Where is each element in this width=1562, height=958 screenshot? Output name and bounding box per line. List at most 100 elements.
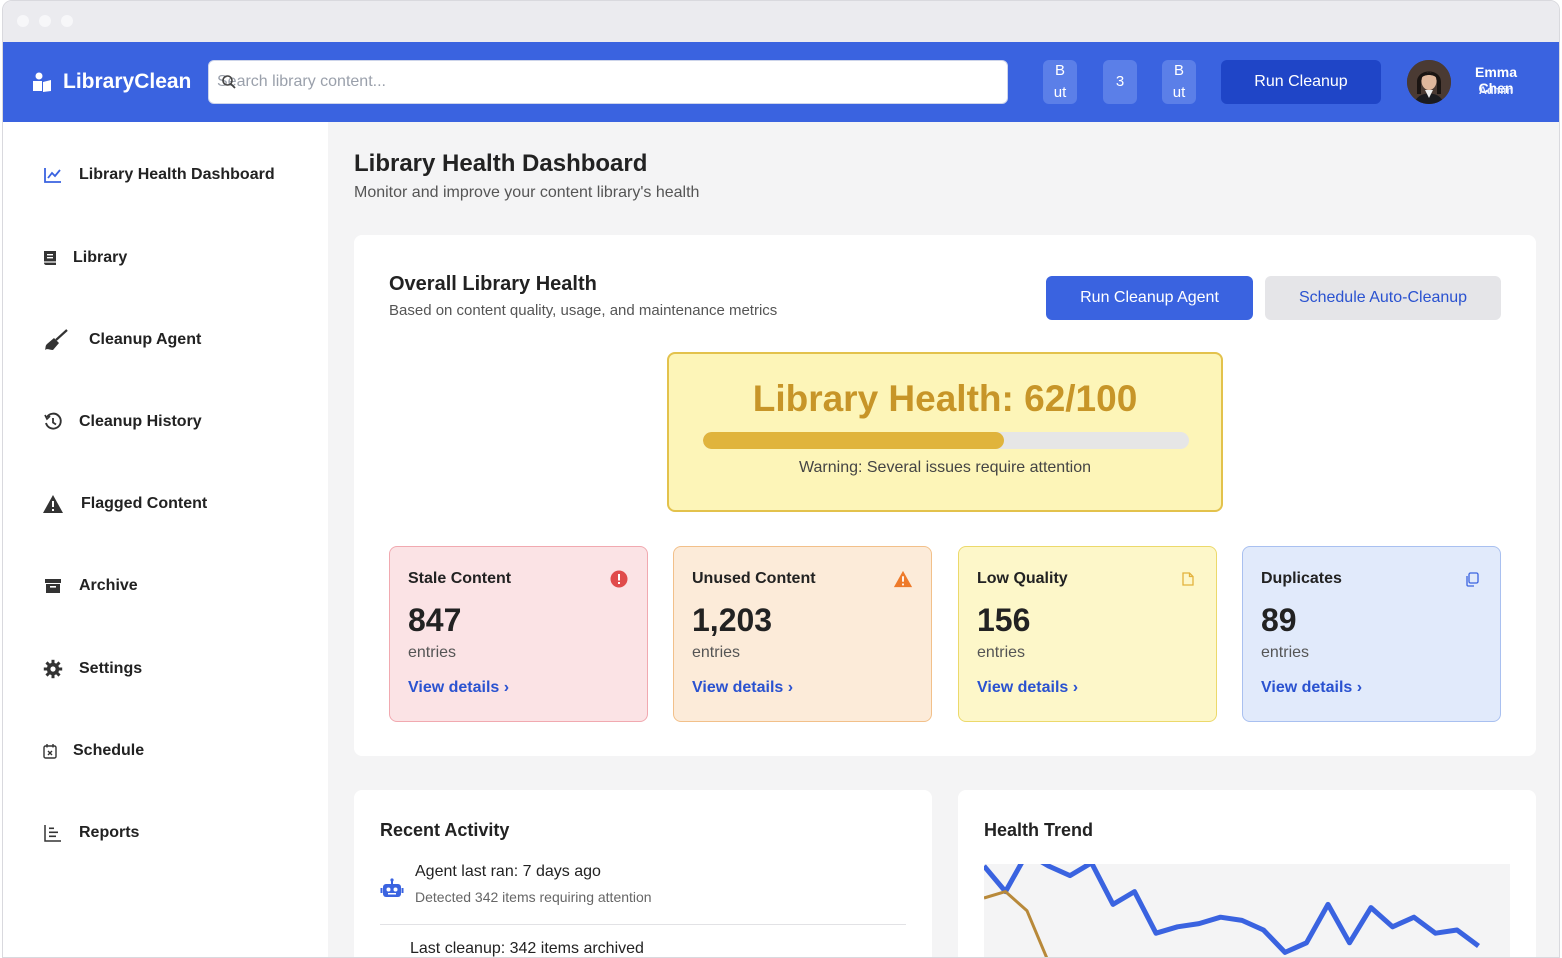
sidebar-item-label: Reports bbox=[79, 824, 140, 841]
overall-health-card: Overall Library Health Based on content … bbox=[354, 235, 1536, 756]
metric-value: 847 bbox=[408, 602, 462, 638]
schedule-auto-cleanup-label: Schedule Auto-Cleanup bbox=[1298, 289, 1468, 306]
sidebar-item-label: Cleanup Agent bbox=[89, 331, 202, 348]
book-user-icon bbox=[33, 72, 51, 92]
recent-activity-title: Recent Activity bbox=[380, 820, 510, 840]
trend-series-line-1 bbox=[983, 890, 1049, 957]
schedule-auto-cleanup-button[interactable]: Schedule Auto-Cleanup bbox=[1265, 276, 1501, 320]
metric-card-stale-content[interactable]: Stale Content 847 entries View details › bbox=[389, 546, 648, 722]
window-titlebar bbox=[3, 1, 1559, 42]
activity-main-text: Agent last ran: 7 days ago bbox=[415, 863, 601, 880]
brand-name: LibraryClean bbox=[63, 70, 192, 93]
metric-unit: entries bbox=[692, 644, 741, 661]
sidebar-item-settings[interactable]: Settings bbox=[41, 657, 142, 681]
search-icon bbox=[222, 75, 236, 89]
avatar[interactable] bbox=[1407, 60, 1451, 104]
calendar-icon bbox=[41, 739, 59, 763]
header-button-1[interactable]: B ut bbox=[1043, 60, 1077, 104]
error-circle-icon bbox=[609, 569, 629, 589]
history-icon bbox=[41, 410, 65, 434]
metric-unit: entries bbox=[1261, 644, 1310, 661]
bar-chart-icon bbox=[41, 821, 65, 845]
health-trend-svg bbox=[982, 850, 1480, 957]
header-button-2-label: B ut bbox=[1172, 62, 1186, 101]
sidebar-item-schedule[interactable]: Schedule bbox=[41, 739, 144, 763]
metric-value: 89 bbox=[1261, 602, 1297, 638]
recent-activity-card: Recent Activity Agent last ran: 7 days a… bbox=[354, 790, 932, 957]
sidebar-item-flagged-content[interactable]: Flagged Content bbox=[41, 492, 207, 516]
view-details-link[interactable]: View details › bbox=[692, 679, 793, 697]
health-score-fill bbox=[703, 432, 1005, 449]
metric-card-duplicates[interactable]: Duplicates 89 entries View details › bbox=[1242, 546, 1501, 722]
window-minimize-dot[interactable] bbox=[39, 15, 51, 27]
sidebar-item-cleanup-agent[interactable]: Cleanup Agent bbox=[41, 328, 201, 352]
warning-triangle-icon bbox=[893, 569, 913, 589]
chart-line-icon bbox=[41, 163, 65, 187]
sidebar-item-dashboard[interactable]: Library Health Dashboard bbox=[41, 163, 275, 187]
sidebar-item-library[interactable]: Library bbox=[41, 246, 127, 270]
health-score-box: Library Health: 62/100 Warning: Several … bbox=[667, 352, 1223, 512]
sidebar-item-label: Settings bbox=[79, 660, 143, 677]
notifications-count: 3 bbox=[1115, 73, 1125, 90]
user-role: Admin bbox=[1478, 85, 1514, 97]
robot-icon bbox=[380, 878, 404, 897]
metric-unit: entries bbox=[408, 644, 457, 661]
metric-title: Duplicates bbox=[1261, 570, 1342, 587]
view-details-link[interactable]: View details › bbox=[408, 679, 509, 697]
book-icon bbox=[41, 246, 59, 270]
health-score-bar bbox=[703, 432, 1189, 449]
window-close-dot[interactable] bbox=[17, 15, 29, 27]
sidebar-item-label: Flagged Content bbox=[81, 495, 208, 512]
sidebar-item-label: Archive bbox=[79, 577, 138, 594]
main-content: Library Health Dashboard Monitor and imp… bbox=[328, 122, 1559, 957]
sidebar-item-label: Library Health Dashboard bbox=[79, 166, 275, 183]
health-warning: Warning: Several issues require attentio… bbox=[799, 459, 1091, 476]
metric-title: Low Quality bbox=[977, 570, 1068, 587]
metric-title: Stale Content bbox=[408, 570, 512, 587]
page-title: Library Health Dashboard bbox=[354, 150, 648, 177]
trend-series-line-0 bbox=[982, 850, 1480, 955]
header-button-2[interactable]: B ut bbox=[1162, 60, 1196, 104]
sidebar: Library Health Dashboard Library Cleanup… bbox=[3, 122, 328, 957]
run-cleanup-agent-button[interactable]: Run Cleanup Agent bbox=[1046, 276, 1253, 320]
activity-item[interactable]: Last cleanup: 342 items archived bbox=[410, 940, 644, 957]
sidebar-item-reports[interactable]: Reports bbox=[41, 821, 139, 845]
metric-card-unused-content[interactable]: Unused Content 1,203 entries View detail… bbox=[673, 546, 932, 722]
brand[interactable]: LibraryClean bbox=[31, 68, 191, 96]
metric-value: 156 bbox=[977, 602, 1031, 638]
metric-unit: entries bbox=[977, 644, 1026, 661]
broom-icon bbox=[41, 328, 71, 352]
user-photo bbox=[1407, 60, 1451, 104]
metric-card-low-quality[interactable]: Low Quality 156 entries View details › bbox=[958, 546, 1217, 722]
search-box[interactable] bbox=[208, 60, 1008, 104]
sidebar-item-label: Library bbox=[73, 249, 128, 266]
run-cleanup-agent-label: Run Cleanup Agent bbox=[1080, 289, 1219, 306]
run-cleanup-label: Run Cleanup bbox=[1254, 73, 1348, 90]
search-input[interactable] bbox=[217, 61, 997, 103]
run-cleanup-button[interactable]: Run Cleanup bbox=[1221, 60, 1381, 104]
window-maximize-dot[interactable] bbox=[61, 15, 73, 27]
metric-title: Unused Content bbox=[692, 570, 816, 587]
view-details-link[interactable]: View details › bbox=[1261, 679, 1362, 697]
top-navigation-bar: LibraryClean B ut 3 B ut Run Cleanup Emm… bbox=[3, 42, 1559, 122]
metric-value: 1,203 bbox=[692, 602, 773, 638]
sidebar-item-archive[interactable]: Archive bbox=[41, 574, 138, 598]
archive-icon bbox=[41, 574, 65, 598]
health-trend-title: Health Trend bbox=[984, 820, 1094, 840]
notifications-button[interactable]: 3 bbox=[1103, 60, 1137, 104]
activity-detail-text: Detected 342 items requiring attention bbox=[415, 889, 652, 905]
health-trend-chart bbox=[982, 850, 1510, 957]
sidebar-item-label: Cleanup History bbox=[79, 413, 202, 430]
health-score-title: Library Health: 62/100 bbox=[752, 378, 1138, 419]
health-card-subtitle: Based on content quality, usage, and mai… bbox=[389, 302, 778, 319]
app-window: LibraryClean B ut 3 B ut Run Cleanup Emm… bbox=[2, 0, 1560, 958]
health-card-title: Overall Library Health bbox=[389, 273, 597, 295]
activity-item[interactable]: Agent last ran: 7 days ago Detected 342 … bbox=[380, 863, 906, 925]
page-subtitle: Monitor and improve your content library… bbox=[354, 184, 700, 201]
sidebar-item-label: Schedule bbox=[73, 742, 145, 759]
file-icon bbox=[1178, 569, 1198, 589]
header-button-1-label: B ut bbox=[1053, 62, 1067, 101]
sidebar-item-cleanup-history[interactable]: Cleanup History bbox=[41, 410, 202, 434]
health-trend-card: Health Trend bbox=[958, 790, 1536, 957]
view-details-link[interactable]: View details › bbox=[977, 679, 1078, 697]
